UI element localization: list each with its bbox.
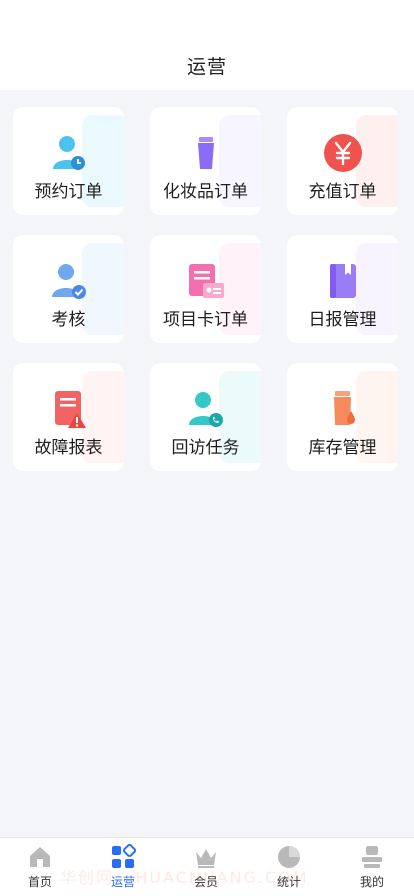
page-title: 运营 [186, 56, 227, 78]
tab-statistics[interactable]: 统计 [259, 844, 319, 894]
project-card-icon [188, 264, 224, 298]
tab-label: 首页 [27, 875, 52, 889]
card-daily-report[interactable]: 日报管理 [287, 235, 398, 343]
tab-home[interactable]: 首页 [10, 844, 70, 894]
tab-members[interactable]: 会员 [176, 844, 236, 894]
operations-grid-icon [112, 844, 136, 868]
tab-label: 统计 [276, 875, 301, 889]
profile-icon [362, 846, 382, 868]
tab-label: 运营 [110, 875, 135, 889]
tab-operations[interactable]: 运营 [93, 844, 153, 894]
pie-chart-icon [278, 846, 300, 868]
card-inventory[interactable]: 库存管理 [287, 363, 398, 471]
home-icon [30, 847, 50, 867]
crown-icon [196, 849, 216, 868]
card-label: 故障报表 [34, 438, 103, 458]
callback-person-phone-icon [188, 392, 223, 427]
card-label: 化妆品订单 [163, 182, 248, 202]
card-label: 日报管理 [308, 310, 377, 330]
yen-coin-icon [323, 134, 362, 172]
card-label: 考核 [51, 310, 86, 330]
inventory-bottle-icon [333, 391, 355, 425]
notebook-icon [329, 264, 356, 298]
card-project-card-orders[interactable]: 项目卡订单 [150, 235, 261, 343]
card-label: 库存管理 [308, 438, 377, 458]
card-label: 预约订单 [34, 182, 103, 202]
card-fault-report[interactable]: 故障报表 [13, 363, 124, 471]
card-recharge-orders[interactable]: 充值订单 [287, 107, 398, 215]
card-appointment-orders[interactable]: 预约订单 [13, 107, 124, 215]
appointment-person-clock-icon [52, 136, 85, 170]
fault-report-icon [54, 391, 86, 428]
top-header: 运营 [0, 0, 414, 90]
card-cosmetic-orders[interactable]: 化妆品订单 [150, 107, 261, 215]
tab-mine[interactable]: 我的 [342, 844, 402, 894]
person-check-icon [51, 264, 86, 299]
cosmetic-tube-icon [197, 137, 214, 169]
tab-label: 我的 [359, 875, 384, 889]
card-label: 充值订单 [308, 182, 377, 202]
bottom-tab-bar: 首页 运营 会员 统计 我的 华创网 · HUACHUANG.COM [0, 837, 414, 896]
card-label: 回访任务 [171, 438, 240, 458]
tab-label: 会员 [193, 875, 218, 889]
card-callback-tasks[interactable]: 回访任务 [150, 363, 261, 471]
card-assessment[interactable]: 考核 [13, 235, 124, 343]
card-label: 项目卡订单 [163, 310, 248, 330]
